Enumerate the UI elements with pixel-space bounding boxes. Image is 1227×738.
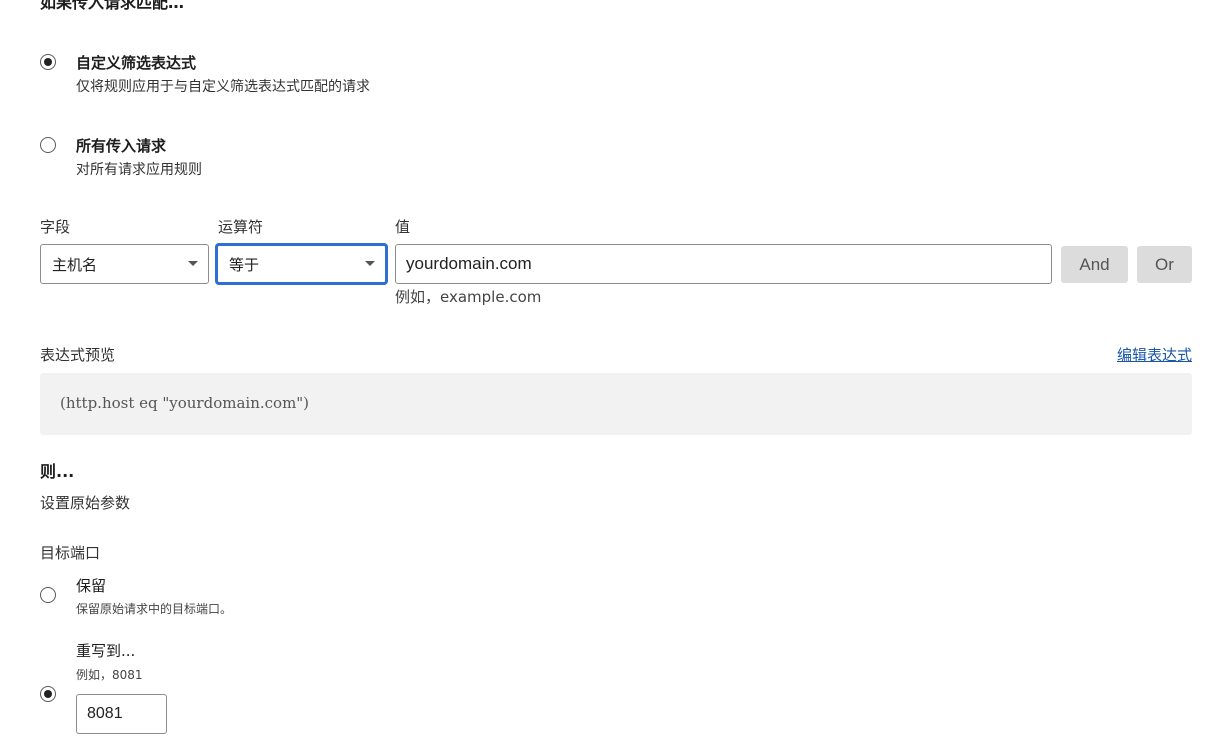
chevron-down-icon xyxy=(365,261,375,266)
or-button[interactable]: Or xyxy=(1137,246,1192,283)
then-subtitle: 设置原始参数 xyxy=(40,494,131,512)
destination-port-label: 目标端口 xyxy=(40,544,101,562)
custom-expression-title: 自定义筛选表达式 xyxy=(76,54,197,72)
value-label: 值 xyxy=(395,218,411,236)
port-input[interactable] xyxy=(76,694,167,734)
all-requests-radio[interactable] xyxy=(40,137,56,153)
edit-expression-link[interactable]: 编辑表达式 xyxy=(1117,344,1192,365)
value-hint: 例如，example.com xyxy=(395,288,542,306)
field-select[interactable]: 主机名 xyxy=(40,244,209,284)
expression-code: (http.host eq "yourdomain.com") xyxy=(60,394,310,412)
field-label: 字段 xyxy=(40,218,71,236)
value-input[interactable] xyxy=(395,244,1052,284)
expression-preview-label: 表达式预览 xyxy=(40,346,116,364)
all-requests-title: 所有传入请求 xyxy=(76,137,167,155)
rewrite-radio[interactable] xyxy=(40,686,56,702)
rewrite-title: 重写到... xyxy=(76,642,136,660)
operator-label: 运算符 xyxy=(218,218,264,236)
preserve-description: 保留原始请求中的目标端口。 xyxy=(76,602,233,616)
expression-preview-box: (http.host eq "yourdomain.com") xyxy=(40,373,1192,435)
then-heading: 则... xyxy=(40,462,75,481)
custom-expression-description: 仅将规则应用于与自定义筛选表达式匹配的请求 xyxy=(76,79,370,95)
rule-editor: 如果传入请求匹配… 自定义筛选表达式 仅将规则应用于与自定义筛选表达式匹配的请求… xyxy=(0,0,1227,738)
preserve-title: 保留 xyxy=(76,577,107,595)
field-select-value: 主机名 xyxy=(52,256,98,274)
match-heading: 如果传入请求匹配… xyxy=(40,0,185,12)
operator-select-value: 等于 xyxy=(229,256,260,274)
rewrite-example: 例如，8081 xyxy=(76,668,143,682)
preserve-radio[interactable] xyxy=(40,587,56,603)
and-button[interactable]: And xyxy=(1061,246,1128,283)
chevron-down-icon xyxy=(188,261,198,266)
operator-select[interactable]: 等于 xyxy=(216,244,387,284)
all-requests-description: 对所有请求应用规则 xyxy=(76,162,202,178)
custom-expression-radio[interactable] xyxy=(40,54,56,70)
